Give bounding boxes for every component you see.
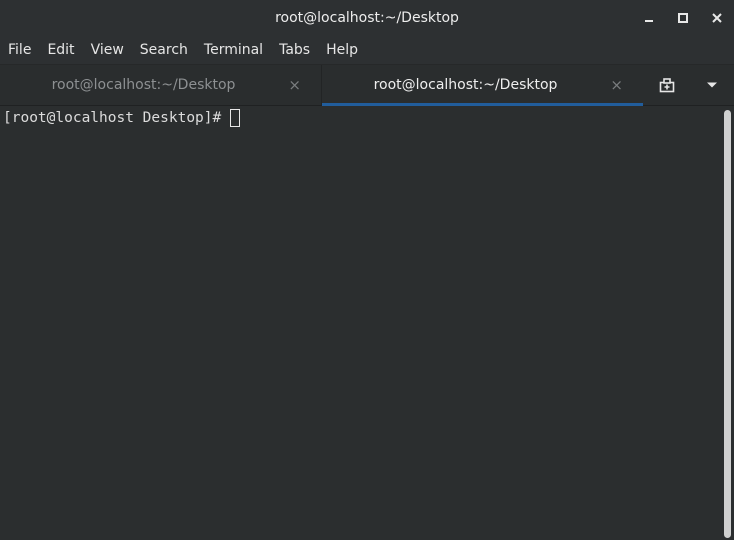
tab-2[interactable]: root@localhost:~/Desktop × — [322, 65, 643, 106]
menu-help[interactable]: Help — [318, 36, 366, 65]
title-bar: root@localhost:~/Desktop — [0, 0, 734, 36]
menu-edit[interactable]: Edit — [39, 36, 82, 65]
minimize-icon — [645, 20, 653, 22]
minimize-button[interactable] — [632, 0, 666, 36]
text-cursor — [230, 109, 241, 127]
menu-file[interactable]: File — [0, 36, 39, 65]
menu-terminal[interactable]: Terminal — [196, 36, 271, 65]
window-controls — [632, 0, 734, 36]
tab-actions — [643, 65, 734, 105]
close-button[interactable] — [700, 0, 734, 36]
menu-view[interactable]: View — [83, 36, 132, 65]
new-tab-button[interactable] — [644, 65, 689, 105]
tab-1[interactable]: root@localhost:~/Desktop × — [0, 65, 322, 105]
tab-close-button[interactable]: × — [610, 65, 623, 105]
maximize-icon — [678, 13, 688, 23]
close-icon — [712, 13, 722, 23]
shell-prompt: [root@localhost Desktop]# — [3, 110, 222, 126]
tab-close-button[interactable]: × — [288, 65, 301, 105]
tabs-menu-button[interactable] — [689, 65, 734, 105]
maximize-button[interactable] — [666, 0, 700, 36]
window-title: root@localhost:~/Desktop — [275, 10, 459, 26]
prompt-line: [root@localhost Desktop]# — [3, 109, 719, 127]
tab-bar: root@localhost:~/Desktop × root@localhos… — [0, 65, 734, 106]
terminal-output[interactable]: [root@localhost Desktop]# — [0, 106, 722, 540]
chevron-down-icon — [706, 82, 717, 88]
tab-label: root@localhost:~/Desktop — [51, 77, 236, 93]
scrollbar-thumb[interactable] — [724, 110, 731, 538]
menu-search[interactable]: Search — [132, 36, 196, 65]
menu-tabs[interactable]: Tabs — [271, 36, 318, 65]
new-tab-icon — [659, 78, 674, 93]
tab-label: root@localhost:~/Desktop — [373, 77, 558, 93]
scrollbar[interactable] — [722, 106, 734, 540]
menu-bar: File Edit View Search Terminal Tabs Help — [0, 36, 734, 65]
